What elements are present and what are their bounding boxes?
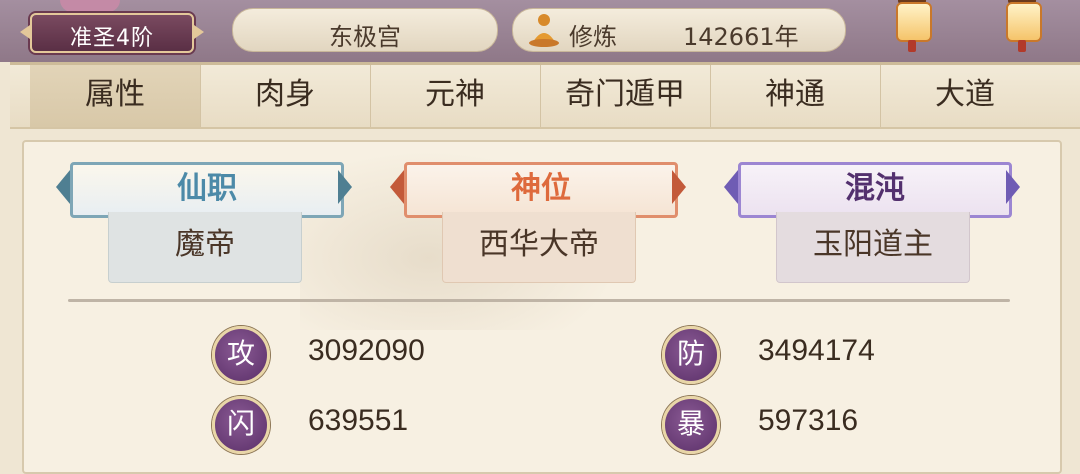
chevron-right-icon [672, 170, 686, 204]
title-name: 西华大帝 [442, 212, 636, 283]
tab-body[interactable]: 肉身 [200, 65, 371, 127]
tab-spirit[interactable]: 元神 [370, 65, 541, 127]
stat-dodge: 闪 639551 [212, 396, 512, 454]
dodge-icon: 闪 [212, 396, 270, 454]
badge-right-ornament [194, 25, 204, 39]
tab-powers[interactable]: 神通 [710, 65, 881, 127]
critical-icon: 暴 [662, 396, 720, 454]
stat-critical: 暴 597316 [662, 396, 962, 454]
rank-label: 准圣4阶 [70, 26, 154, 51]
title-category: 神位 [404, 162, 678, 218]
avatar[interactable] [60, 0, 120, 12]
location-label: 东极宫 [329, 23, 401, 51]
lantern-icon[interactable] [894, 0, 932, 54]
cultivation-pill[interactable]: 修炼 142661年 [512, 8, 846, 52]
top-bar: 准圣4阶 东极宫 修炼 142661年 [0, 0, 1080, 62]
title-category: 仙职 [70, 162, 344, 218]
stat-defense: 防 3494174 [662, 326, 962, 384]
rank-badge[interactable]: 准圣4阶 [20, 13, 204, 53]
chevron-left-icon [724, 170, 738, 204]
stat-attack: 攻 3092090 [212, 326, 512, 384]
chevron-right-icon [1006, 170, 1020, 204]
section-divider [68, 299, 1010, 302]
meditating-figure-icon [529, 14, 559, 47]
title-card-immortal-post[interactable]: 仙职 魔帝 [56, 162, 352, 283]
attack-icon: 攻 [212, 326, 270, 384]
chevron-left-icon [56, 170, 70, 204]
title-category: 混沌 [738, 162, 1012, 218]
stat-value: 3092090 [308, 334, 425, 367]
stat-value: 597316 [758, 404, 859, 437]
tab-attributes[interactable]: 属性 [30, 65, 201, 127]
location-pill[interactable]: 东极宫 [232, 8, 498, 52]
cultivation-label: 修炼 [569, 23, 617, 51]
title-name: 魔帝 [108, 212, 302, 283]
chevron-left-icon [390, 170, 404, 204]
title-card-divine-rank[interactable]: 神位 西华大帝 [390, 162, 686, 283]
cultivation-value: 142661年 [683, 23, 799, 51]
chevron-right-icon [338, 170, 352, 204]
lantern-icon[interactable] [1004, 0, 1042, 54]
tab-qimen[interactable]: 奇门遁甲 [540, 65, 711, 127]
badge-left-ornament [20, 25, 30, 39]
tab-bar: 属性 肉身 元神 奇门遁甲 神通 大道 [10, 62, 1080, 129]
title-card-chaos[interactable]: 混沌 玉阳道主 [724, 162, 1020, 283]
defense-icon: 防 [662, 326, 720, 384]
stat-value: 3494174 [758, 334, 875, 367]
stat-value: 639551 [308, 404, 409, 437]
title-name: 玉阳道主 [776, 212, 970, 283]
tab-dao[interactable]: 大道 [880, 65, 1050, 127]
